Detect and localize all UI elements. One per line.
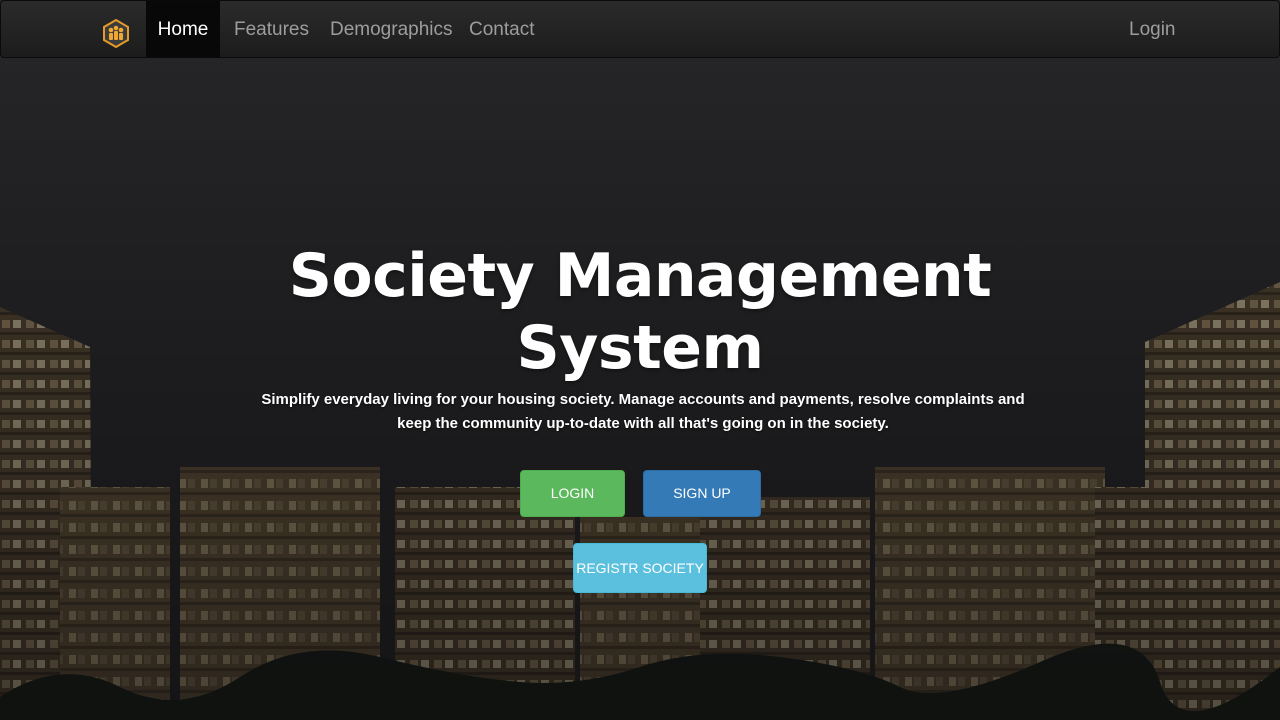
hero-subtitle: Simplify everyday living for your housin… (261, 391, 1025, 432)
nav-contact[interactable]: Contact (469, 1, 534, 57)
society-logo-icon[interactable] (101, 18, 131, 49)
top-navbar: Home Features Demographics Contact Login (0, 0, 1280, 58)
nav-features[interactable]: Features (234, 1, 309, 57)
login-button[interactable]: LOGIN (520, 470, 625, 517)
nav-login[interactable]: Login (1129, 1, 1176, 57)
sign-up-button[interactable]: SIGN UP (643, 470, 761, 517)
nav-demographics[interactable]: Demographics (330, 1, 453, 57)
nav-home[interactable]: Home (146, 1, 220, 57)
hero-title: Society Management System (288, 241, 992, 383)
register-society-button[interactable]: REGISTR SOCIETY (573, 543, 707, 593)
hero-section: Society Management System Simplify every… (0, 57, 1280, 720)
